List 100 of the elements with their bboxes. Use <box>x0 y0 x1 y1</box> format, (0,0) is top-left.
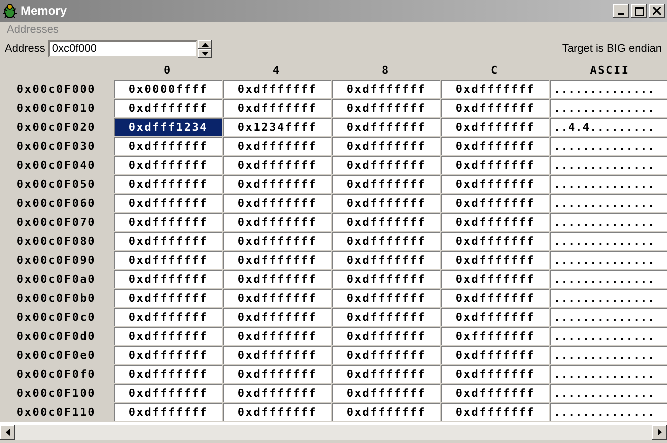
close-icon <box>653 7 661 15</box>
memory-cell[interactable]: 0xdfffffff <box>441 251 549 269</box>
memory-cell[interactable]: 0xdfff1234 <box>114 118 222 136</box>
row-address: 0x00c0F030 <box>16 139 98 155</box>
memory-cell[interactable]: 0xdfffffff <box>114 365 222 383</box>
ascii-cell: .............. <box>550 137 667 155</box>
memory-cell[interactable]: 0xdfffffff <box>223 80 331 98</box>
memory-cell[interactable]: 0xdfffffff <box>441 346 549 364</box>
memory-cell[interactable]: 0xdfffffff <box>223 99 331 117</box>
memory-cell[interactable]: 0xdfffffff <box>114 156 222 174</box>
left-arrow-icon <box>6 429 10 436</box>
close-button[interactable] <box>649 4 665 18</box>
row-address: 0x00c0F020 <box>16 120 98 136</box>
memory-cell[interactable]: 0xdfffffff <box>223 175 331 193</box>
memory-cell[interactable]: 0xdfffffff <box>332 289 440 307</box>
memory-cell[interactable]: 0xdfffffff <box>332 118 440 136</box>
row-address: 0x00c0F050 <box>16 177 98 193</box>
memory-cell[interactable]: 0xdfffffff <box>223 270 331 288</box>
ascii-cell: .............. <box>550 270 667 288</box>
memory-cell[interactable]: 0xdfffffff <box>223 289 331 307</box>
memory-cell[interactable]: 0xdfffffff <box>332 384 440 402</box>
memory-cell[interactable]: 0xdfffffff <box>223 156 331 174</box>
memory-cell[interactable]: 0xdfffffff <box>114 251 222 269</box>
spin-down-button[interactable] <box>198 49 212 58</box>
memory-cell[interactable]: 0xdfffffff <box>223 251 331 269</box>
memory-cell[interactable]: 0xdfffffff <box>114 403 222 421</box>
memory-cell[interactable]: 0xdfffffff <box>114 327 222 345</box>
memory-cell[interactable]: 0xdfffffff <box>441 365 549 383</box>
memory-cell[interactable]: 0xdfffffff <box>332 213 440 231</box>
memory-cell[interactable]: 0xdfffffff <box>441 194 549 212</box>
memory-cell[interactable]: 0xdfffffff <box>332 308 440 326</box>
memory-cell[interactable]: 0xdfffffff <box>332 327 440 345</box>
ascii-cell: .............. <box>550 365 667 383</box>
memory-cell[interactable]: 0xdfffffff <box>441 99 549 117</box>
horizontal-scrollbar[interactable] <box>0 425 667 440</box>
right-arrow-icon <box>658 429 662 436</box>
row-address: 0x00c0F0f0 <box>16 367 98 383</box>
memory-cell[interactable]: 0xdfffffff <box>441 175 549 193</box>
memory-cell[interactable]: 0xdfffffff <box>441 270 549 288</box>
memory-cell[interactable]: 0xdfffffff <box>441 403 549 421</box>
memory-cell[interactable]: 0xdfffffff <box>223 346 331 364</box>
row-address: 0x00c0F090 <box>16 253 98 269</box>
memory-cell[interactable]: 0xdfffffff <box>223 384 331 402</box>
memory-cell[interactable]: 0xdfffffff <box>332 251 440 269</box>
memory-cell[interactable]: 0xdfffffff <box>441 118 549 136</box>
memory-cell[interactable]: 0xdfffffff <box>114 308 222 326</box>
memory-cell[interactable]: 0xdfffffff <box>114 384 222 402</box>
memory-cell[interactable]: 0xdfffffff <box>223 327 331 345</box>
ascii-cell: .............. <box>550 251 667 269</box>
memory-cell[interactable]: 0xdfffffff <box>441 80 549 98</box>
memory-cell[interactable]: 0xdfffffff <box>332 80 440 98</box>
memory-cell[interactable]: 0x1234ffff <box>223 118 331 136</box>
memory-cell[interactable]: 0xdfffffff <box>114 194 222 212</box>
row-address: 0x00c0F040 <box>16 158 98 174</box>
minimize-button[interactable] <box>613 4 629 18</box>
ascii-cell: .............. <box>550 308 667 326</box>
memory-cell[interactable]: 0xdfffffff <box>441 156 549 174</box>
memory-cell[interactable]: 0xdfffffff <box>332 403 440 421</box>
scroll-right-button[interactable] <box>652 425 667 440</box>
memory-cell[interactable]: 0xdfffffff <box>441 213 549 231</box>
column-header: ASCII <box>589 62 631 78</box>
address-field[interactable]: 0xc0f000 <box>48 40 198 58</box>
memory-cell[interactable]: 0xdfffffff <box>332 156 440 174</box>
memory-cell[interactable]: 0xdfffffff <box>114 99 222 117</box>
memory-cell[interactable]: 0xdfffffff <box>223 403 331 421</box>
memory-cell[interactable]: 0xdfffffff <box>332 175 440 193</box>
memory-cell[interactable]: 0xdfffffff <box>332 137 440 155</box>
memory-cell[interactable]: 0xdfffffff <box>223 365 331 383</box>
memory-cell[interactable]: 0xffffffff <box>441 327 549 345</box>
memory-cell[interactable]: 0xdfffffff <box>114 137 222 155</box>
memory-cell[interactable]: 0xdfffffff <box>332 194 440 212</box>
scroll-left-button[interactable] <box>0 425 15 440</box>
ascii-cell: .............. <box>550 175 667 193</box>
bug-icon <box>2 3 18 19</box>
memory-cell[interactable]: 0xdfffffff <box>223 213 331 231</box>
memory-cell[interactable]: 0xdfffffff <box>114 213 222 231</box>
memory-cell[interactable]: 0xdfffffff <box>223 308 331 326</box>
memory-cell[interactable]: 0xdfffffff <box>441 308 549 326</box>
memory-cell[interactable]: 0xdfffffff <box>114 232 222 250</box>
spin-up-button[interactable] <box>198 40 212 49</box>
memory-cell[interactable]: 0xdfffffff <box>114 270 222 288</box>
memory-cell[interactable]: 0xdfffffff <box>223 232 331 250</box>
row-address: 0x00c0F080 <box>16 234 98 250</box>
memory-cell[interactable]: 0xdfffffff <box>332 232 440 250</box>
memory-cell[interactable]: 0xdfffffff <box>114 289 222 307</box>
memory-cell[interactable]: 0xdfffffff <box>332 270 440 288</box>
row-address: 0x00c0F060 <box>16 196 98 212</box>
memory-cell[interactable]: 0xdfffffff <box>223 194 331 212</box>
memory-cell[interactable]: 0xdfffffff <box>332 365 440 383</box>
memory-cell[interactable]: 0xdfffffff <box>441 137 549 155</box>
memory-cell[interactable]: 0x0000ffff <box>114 80 222 98</box>
memory-cell[interactable]: 0xdfffffff <box>114 346 222 364</box>
memory-cell[interactable]: 0xdfffffff <box>441 289 549 307</box>
memory-cell[interactable]: 0xdfffffff <box>332 346 440 364</box>
memory-cell[interactable]: 0xdfffffff <box>114 175 222 193</box>
memory-cell[interactable]: 0xdfffffff <box>441 384 549 402</box>
memory-cell[interactable]: 0xdfffffff <box>332 99 440 117</box>
maximize-button[interactable] <box>631 4 647 18</box>
memory-cell[interactable]: 0xdfffffff <box>223 137 331 155</box>
memory-cell[interactable]: 0xdfffffff <box>441 232 549 250</box>
